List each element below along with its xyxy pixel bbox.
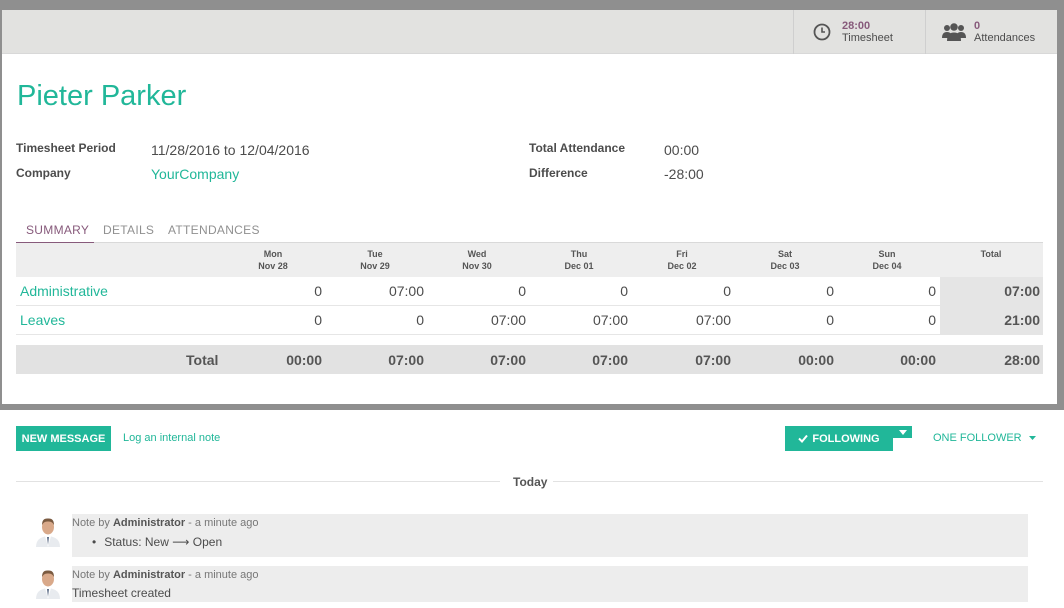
following-label: FOLLOWING [812, 432, 880, 445]
grid-cell[interactable]: 07:00 [641, 312, 731, 328]
message-author[interactable]: Administrator [113, 569, 185, 581]
footer-cell: 07:00 [592, 352, 628, 368]
col-head-sun: Sun Dec 04 [872, 249, 902, 271]
col-head-wed: Wed Nov 30 [462, 249, 492, 271]
row-label-leaves[interactable]: Leaves [20, 312, 65, 328]
chatter-message: Note by Administrator - a minute ago Tim… [72, 566, 1028, 602]
timesheet-smart-button[interactable]: 28:00 Timesheet [793, 10, 925, 54]
col-head-tue: Tue Nov 29 [360, 249, 390, 271]
message-body: Timesheet created [72, 586, 171, 600]
followers-label: ONE FOLLOWER [933, 432, 1022, 444]
message-meta: Note by Administrator - a minute ago [72, 569, 259, 581]
col-head-fri: Fri Dec 02 [667, 249, 697, 271]
message-meta: Note by Administrator - a minute ago [72, 517, 259, 529]
footer-cell: 00:00 [286, 352, 322, 368]
footer-total-label: Total [186, 352, 219, 368]
tab-details[interactable]: DETAILS [103, 223, 154, 237]
grid-cell[interactable]: 0 [334, 312, 424, 328]
grid-footer-totals: Total 00:00 07:00 07:00 07:00 07:00 00:0… [16, 345, 1043, 374]
attendances-value: 0 [974, 20, 981, 32]
avatar[interactable] [32, 515, 64, 547]
grid-cell[interactable]: 07:00 [538, 312, 628, 328]
caret-down-icon [1028, 436, 1036, 441]
message-author[interactable]: Administrator [113, 517, 185, 529]
company-link[interactable]: YourCompany [151, 166, 239, 182]
col-head-sat: Sat Dec 03 [770, 249, 800, 271]
grid-cell[interactable]: 0 [232, 283, 322, 299]
notebook-tabs: SUMMARY DETAILS ATTENDANCES [16, 217, 1043, 244]
log-note-link[interactable]: Log an internal note [123, 432, 220, 444]
attendances-label: Attendances [974, 32, 1036, 44]
tracking-value: • Status: New ⟶ Open [92, 535, 223, 549]
check-icon [798, 434, 809, 443]
timesheet-label: Timesheet [842, 32, 893, 44]
difference-value: -28:00 [664, 166, 704, 182]
chatter-message: Note by Administrator - a minute ago • St… [72, 514, 1028, 557]
period-value: 11/28/2016 to 12/04/2016 [151, 142, 310, 158]
form-sheet-frame: 28:00 Timesheet 0 Attendances Pieter Par… [0, 0, 1064, 410]
grid-row: Administrative 0 07:00 0 0 0 0 0 07:00 [16, 277, 1043, 306]
footer-cell: 00:00 [900, 352, 936, 368]
grid-cell[interactable]: 0 [436, 283, 526, 299]
users-icon [934, 10, 974, 54]
date-separator-line [16, 481, 500, 482]
grid-cell[interactable]: 0 [232, 312, 322, 328]
col-head-total: Total [980, 249, 1002, 259]
footer-cell: 07:00 [695, 352, 731, 368]
row-total: 21:00 [1004, 312, 1040, 328]
row-label-administrative[interactable]: Administrative [20, 283, 108, 299]
smart-button-bar: 28:00 Timesheet 0 Attendances [2, 10, 1057, 54]
footer-cell: 07:00 [388, 352, 424, 368]
total-attendance-value: 00:00 [664, 142, 700, 158]
total-attendance-label: Total Attendance [529, 141, 626, 155]
tab-summary[interactable]: SUMMARY [26, 223, 89, 237]
following-button[interactable]: FOLLOWING [785, 426, 893, 451]
date-separator-label: Today [513, 475, 548, 489]
grid-cell[interactable]: 07:00 [334, 283, 424, 299]
footer-cell: 07:00 [490, 352, 526, 368]
employee-name-title: Pieter Parker [17, 80, 187, 112]
period-label: Timesheet Period [16, 141, 116, 155]
grid-cell[interactable]: 0 [744, 283, 834, 299]
col-head-mon: Mon Nov 28 [258, 249, 288, 271]
col-head-thu: Thu Dec 01 [564, 249, 594, 271]
avatar[interactable] [32, 567, 64, 599]
difference-label: Difference [529, 166, 588, 180]
grid-header: Mon Nov 28 Tue Nov 29 Wed Nov 30 Thu Dec 01 … [16, 243, 1043, 277]
grid-row: Leaves 0 0 07:00 07:00 07:00 0 0 21:00 [16, 306, 1043, 335]
timesheet-value: 28:00 [842, 20, 871, 32]
grid-cell[interactable]: 0 [846, 283, 936, 299]
footer-grand-total: 28:00 [1004, 352, 1040, 368]
row-total: 07:00 [1004, 283, 1040, 299]
grid-cell[interactable]: 0 [538, 283, 628, 299]
new-message-button[interactable]: NEW MESSAGE [16, 426, 111, 451]
followers-dropdown[interactable]: ONE FOLLOWER [933, 432, 1036, 444]
grid-cell[interactable]: 07:00 [436, 312, 526, 328]
grid-cell[interactable]: 0 [744, 312, 834, 328]
caret-down-icon [898, 429, 907, 435]
follow-options-dropdown[interactable] [893, 426, 912, 438]
date-separator-line [553, 481, 1043, 482]
grid-cell[interactable]: 0 [846, 312, 936, 328]
form-sheet: 28:00 Timesheet 0 Attendances Pieter Par… [2, 10, 1057, 404]
footer-cell: 00:00 [798, 352, 834, 368]
company-label: Company [16, 166, 71, 180]
tab-attendances[interactable]: ATTENDANCES [168, 223, 260, 237]
attendances-smart-button[interactable]: 0 Attendances [925, 10, 1057, 54]
clock-icon [802, 10, 842, 54]
grid-cell[interactable]: 0 [641, 283, 731, 299]
